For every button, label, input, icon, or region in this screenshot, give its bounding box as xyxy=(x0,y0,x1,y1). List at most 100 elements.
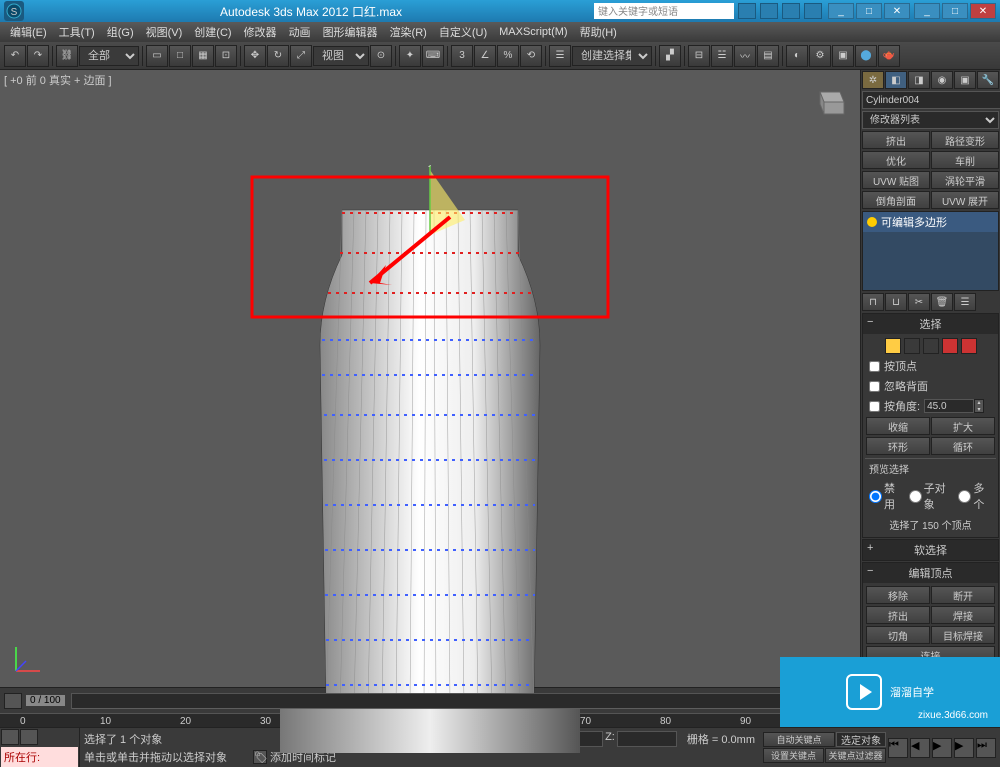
soft-selection-header[interactable]: +软选择 xyxy=(863,540,998,560)
goto-start-button[interactable]: ⏮ xyxy=(888,738,908,758)
close-button[interactable]: ✕ xyxy=(970,3,996,19)
redo-button[interactable]: ↷ xyxy=(27,45,49,67)
show-end-result-button[interactable]: ⊔ xyxy=(885,293,907,311)
percent-snap-button[interactable]: % xyxy=(497,45,519,67)
menu-create[interactable]: 创建(C) xyxy=(188,22,237,42)
by-vertex-checkbox[interactable] xyxy=(869,361,880,372)
move-button[interactable]: ✥ xyxy=(244,45,266,67)
maximize-button[interactable]: □ xyxy=(942,3,968,19)
align-button[interactable]: ⊟ xyxy=(688,45,710,67)
configure-sets-button[interactable]: ☰ xyxy=(954,293,976,311)
angle-spinner[interactable] xyxy=(924,399,974,413)
preview-sub-radio[interactable]: 子对象 xyxy=(909,480,953,512)
tab-utilities[interactable]: 🔧 xyxy=(977,71,999,89)
modifier-list-dropdown[interactable]: 修改器列表 xyxy=(862,111,999,129)
key-target-input[interactable] xyxy=(836,732,886,747)
menu-help[interactable]: 帮助(H) xyxy=(574,22,623,42)
snap-toggle-3[interactable]: 3 xyxy=(451,45,473,67)
info-btn-3[interactable] xyxy=(782,3,800,19)
edit-named-sel-button[interactable]: ☰ xyxy=(549,45,571,67)
layers-button[interactable]: ☱ xyxy=(711,45,733,67)
tab-hierarchy[interactable]: ◨ xyxy=(908,71,930,89)
btn-bevel-profile[interactable]: 倒角剖面 xyxy=(862,191,930,209)
preview-off-radio[interactable]: 禁用 xyxy=(869,480,903,512)
viewport-label[interactable]: [ +0 前 0 真实 + 边面 ] xyxy=(4,72,112,88)
select-by-name-button[interactable]: □ xyxy=(169,45,191,67)
spinner-snap-button[interactable]: ⟲ xyxy=(520,45,542,67)
reference-coord-dropdown[interactable]: 视图 xyxy=(313,46,369,66)
schematic-view-button[interactable]: ▤ xyxy=(757,45,779,67)
menu-views[interactable]: 视图(V) xyxy=(140,22,189,42)
named-selection-dropdown[interactable]: 创建选择集 xyxy=(572,46,652,66)
ignore-backfacing-checkbox[interactable] xyxy=(869,381,880,392)
btn-optimize[interactable]: 优化 xyxy=(862,151,930,169)
loop-button[interactable]: 循环 xyxy=(931,437,995,455)
btn-uvw-unwrap[interactable]: UVW 展开 xyxy=(931,191,999,209)
subobj-element[interactable] xyxy=(961,338,977,354)
target-weld-button[interactable]: 目标焊接 xyxy=(931,626,995,644)
selection-filter-dropdown[interactable]: 全部 xyxy=(79,46,139,66)
ring-button[interactable]: 环形 xyxy=(866,437,930,455)
tab-display[interactable]: ▣ xyxy=(954,71,976,89)
rotate-button[interactable]: ↻ xyxy=(267,45,289,67)
info-btn-1[interactable] xyxy=(738,3,756,19)
link-button[interactable]: ⛓ xyxy=(56,45,78,67)
prev-frame-button[interactable]: ◀ xyxy=(910,738,930,758)
subobj-vertex[interactable] xyxy=(885,338,901,354)
btn-lathe[interactable]: 车削 xyxy=(931,151,999,169)
goto-end-button[interactable]: ⏭ xyxy=(976,738,996,758)
remove-modifier-button[interactable]: 🗑 xyxy=(931,293,953,311)
menu-group[interactable]: 组(G) xyxy=(101,22,140,42)
render-setup-button[interactable]: ⚙ xyxy=(809,45,831,67)
menu-customize[interactable]: 自定义(U) xyxy=(433,22,493,42)
rendered-frame-button[interactable]: ▣ xyxy=(832,45,854,67)
next-frame-button[interactable]: ▶ xyxy=(954,738,974,758)
by-angle-checkbox[interactable] xyxy=(869,401,880,412)
set-key-button[interactable]: 设置关键点 xyxy=(763,748,824,763)
listener-button[interactable] xyxy=(20,729,38,745)
keyboard-shortcut-button[interactable]: ⌨ xyxy=(422,45,444,67)
info-btn-4[interactable] xyxy=(804,3,822,19)
undo-button[interactable]: ↶ xyxy=(4,45,26,67)
tab-modify[interactable]: ◧ xyxy=(885,71,907,89)
mirror-button[interactable]: ▞ xyxy=(659,45,681,67)
shrink-button[interactable]: 收缩 xyxy=(866,417,930,435)
inner-minimize-button[interactable]: _ xyxy=(828,3,854,19)
inner-restore-button[interactable]: □ xyxy=(856,3,882,19)
tab-motion[interactable]: ◉ xyxy=(931,71,953,89)
angle-snap-button[interactable]: ∠ xyxy=(474,45,496,67)
break-button[interactable]: 断开 xyxy=(931,586,995,604)
edit-vertices-header[interactable]: −编辑顶点 xyxy=(863,563,998,583)
object-name-input[interactable] xyxy=(862,91,1000,109)
tab-create[interactable]: ✲ xyxy=(862,71,884,89)
cylinder-model[interactable]: y xyxy=(250,165,610,755)
render-button[interactable]: ⬤ xyxy=(855,45,877,67)
subobj-edge[interactable] xyxy=(904,338,920,354)
btn-turbosmooth[interactable]: 涡轮平滑 xyxy=(931,171,999,189)
select-button[interactable]: ▭ xyxy=(146,45,168,67)
weld-button[interactable]: 焊接 xyxy=(931,606,995,624)
pin-stack-button[interactable]: ⊓ xyxy=(862,293,884,311)
info-btn-2[interactable] xyxy=(760,3,778,19)
app-icon[interactable]: S xyxy=(4,1,24,21)
teapot-button[interactable]: 🫖 xyxy=(878,45,900,67)
curve-editor-button[interactable]: 〰 xyxy=(734,45,756,67)
bulb-icon[interactable] xyxy=(867,217,877,227)
minimize-button[interactable]: _ xyxy=(914,3,940,19)
auto-key-button[interactable]: 自动关键点 xyxy=(763,732,835,747)
subobj-border[interactable] xyxy=(923,338,939,354)
use-center-button[interactable]: ⊙ xyxy=(370,45,392,67)
make-unique-button[interactable]: ✂ xyxy=(908,293,930,311)
manipulate-button[interactable]: ✦ xyxy=(399,45,421,67)
btn-path-deform[interactable]: 路径变形 xyxy=(931,131,999,149)
remove-button[interactable]: 移除 xyxy=(866,586,930,604)
menu-maxscript[interactable]: MAXScript(M) xyxy=(493,24,573,40)
menu-tools[interactable]: 工具(T) xyxy=(53,22,101,42)
select-region-button[interactable]: ▦ xyxy=(192,45,214,67)
extrude-vert-button[interactable]: 挤出 xyxy=(866,606,930,624)
inner-close-button[interactable]: ✕ xyxy=(884,3,910,19)
maxscript-mini-button[interactable] xyxy=(1,729,19,745)
timeline-btn-1[interactable] xyxy=(4,693,22,709)
scale-button[interactable]: ⤢ xyxy=(290,45,312,67)
key-filters-button[interactable]: 关键点过滤器 xyxy=(825,748,886,763)
